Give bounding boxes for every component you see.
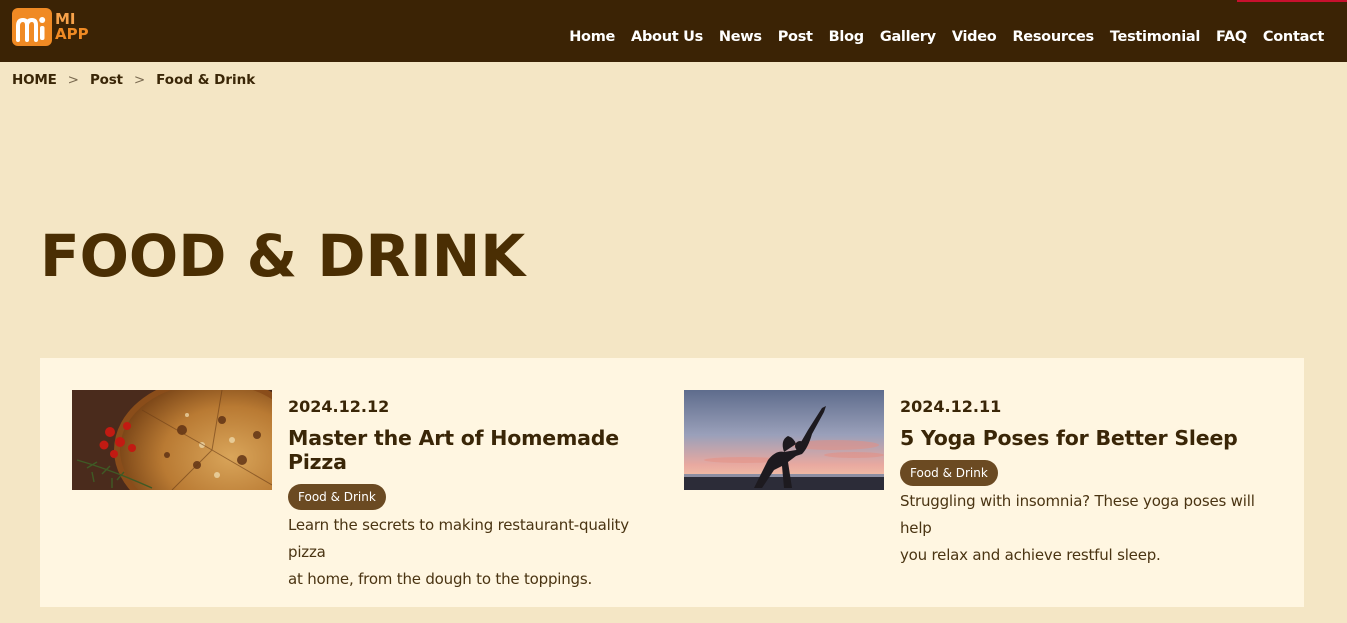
nav-home[interactable]: Home [569, 29, 615, 45]
post-thumbnail-yoga[interactable] [684, 390, 884, 490]
page-title: FOOD & DRINK [40, 222, 526, 290]
breadcrumb: HOME > Post > Food & Drink [12, 72, 255, 88]
post-title[interactable]: Master the Art of Homemade Pizza [288, 426, 658, 474]
nav-testimonial[interactable]: Testimonial [1110, 29, 1200, 45]
breadcrumb-current: Food & Drink [156, 72, 256, 88]
post-excerpt: Struggling with insomnia? These yoga pos… [900, 488, 1270, 569]
post-excerpt-line: you relax and achieve restful sleep. [900, 546, 1161, 564]
post-excerpt-line: at home, from the dough to the toppings. [288, 570, 593, 588]
breadcrumb-separator: > [133, 72, 146, 88]
mi-logo-icon [12, 8, 52, 46]
nav-blog[interactable]: Blog [829, 29, 864, 45]
post-excerpt: Learn the secrets to making restaurant-q… [288, 512, 658, 593]
post-excerpt-line: Struggling with insomnia? These yoga pos… [900, 492, 1255, 537]
post-card: 2024.12.12 Master the Art of Homemade Pi… [72, 390, 652, 588]
yoga-sunset-photo [684, 390, 884, 490]
nav-contact[interactable]: Contact [1263, 29, 1324, 45]
main-nav: Home About Us News Post Blog Gallery Vid… [553, 29, 1324, 45]
post-date: 2024.12.12 [288, 397, 390, 416]
post-excerpt-line: Learn the secrets to making restaurant-q… [288, 516, 629, 561]
breadcrumb-post[interactable]: Post [90, 72, 123, 88]
breadcrumb-home[interactable]: HOME [12, 72, 57, 88]
pizza-photo [72, 390, 272, 490]
nav-gallery[interactable]: Gallery [880, 29, 936, 45]
post-card: 2024.12.11 5 Yoga Poses for Better Sleep… [684, 390, 1264, 564]
post-card-body: 2024.12.12 Master the Art of Homemade Pi… [288, 390, 658, 593]
site-logo[interactable]: MI APP [12, 8, 89, 46]
breadcrumb-separator: > [67, 72, 79, 88]
post-list: 2024.12.12 Master the Art of Homemade Pi… [40, 358, 1304, 607]
nav-news[interactable]: News [719, 29, 762, 45]
nav-post[interactable]: Post [778, 29, 813, 45]
nav-about-us[interactable]: About Us [631, 29, 703, 45]
site-header: MI APP Home About Us News Post Blog Gall… [0, 0, 1347, 62]
logo-text-app: APP [55, 25, 89, 43]
post-title[interactable]: 5 Yoga Poses for Better Sleep [900, 426, 1270, 450]
nav-resources[interactable]: Resources [1012, 29, 1094, 45]
header-accent-line [1237, 0, 1347, 2]
post-card-body: 2024.12.11 5 Yoga Poses for Better Sleep… [900, 390, 1270, 569]
nav-faq[interactable]: FAQ [1216, 29, 1247, 45]
post-thumbnail-pizza[interactable] [72, 390, 272, 490]
post-date: 2024.12.11 [900, 397, 1002, 416]
category-tag[interactable]: Food & Drink [288, 484, 386, 510]
category-tag[interactable]: Food & Drink [900, 460, 998, 486]
nav-video[interactable]: Video [952, 29, 997, 45]
logo-text: MI APP [55, 12, 89, 42]
